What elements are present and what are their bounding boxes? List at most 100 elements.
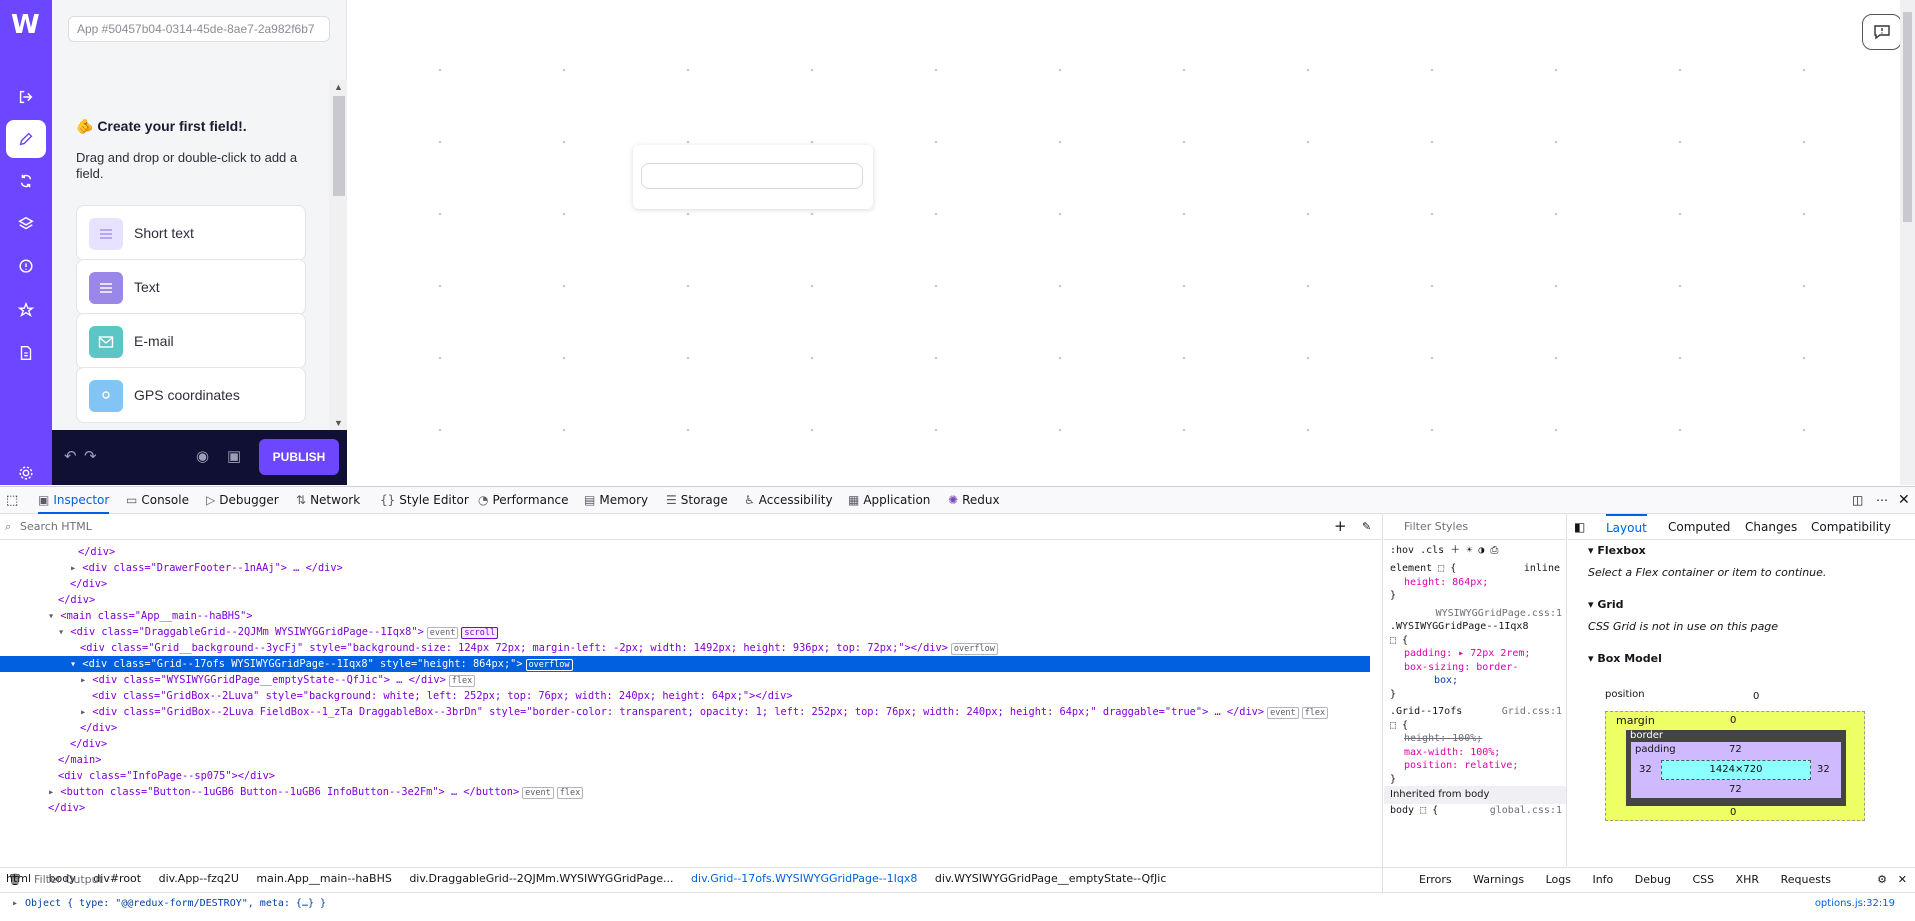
- empty-state-box[interactable]: [633, 145, 873, 209]
- tab-accessibility[interactable]: ♿ Accessibility: [744, 487, 833, 514]
- grid-section[interactable]: ▾ Grid: [1568, 594, 1915, 616]
- margin-bottom-value[interactable]: 0: [1730, 807, 1736, 818]
- filter-output-input[interactable]: Filter Output: [34, 868, 103, 892]
- tree-node[interactable]: </div>: [0, 720, 1370, 736]
- tree-node[interactable]: ▾ <div class="DraggableGrid--2QJMm WYSIW…: [0, 624, 1370, 640]
- undo-icon[interactable]: ↶: [64, 447, 77, 465]
- rule-prop[interactable]: position: relative;: [1384, 759, 1566, 773]
- more-menu-icon[interactable]: ⋯: [1876, 487, 1888, 514]
- overflow-badge[interactable]: overflow: [950, 643, 998, 655]
- flexbox-section[interactable]: ▾ Flexbox: [1568, 540, 1915, 562]
- tab-changes[interactable]: Changes: [1745, 514, 1797, 540]
- tab-network[interactable]: ⇅ Network: [296, 487, 360, 514]
- padding-right-value[interactable]: 32: [1817, 764, 1830, 775]
- scroll-badge[interactable]: scroll: [461, 627, 499, 639]
- flex-badge[interactable]: flex: [448, 675, 476, 687]
- tree-node[interactable]: ▾ <main class="App__main--haBHS">: [0, 608, 1370, 624]
- rule-prop[interactable]: height: 864px;: [1384, 576, 1566, 590]
- tab-style-editor[interactable]: {} Style Editor: [380, 487, 469, 514]
- tree-node[interactable]: <div class="InfoPage--sp075"></div>: [0, 768, 1370, 784]
- padding-bottom-value[interactable]: 72: [1729, 784, 1742, 795]
- empty-field-placeholder[interactable]: [641, 163, 863, 189]
- tree-node[interactable]: ▸ <div class="WYSIWYGGridPage__emptyStat…: [0, 672, 1370, 688]
- filter-styles-input[interactable]: Filter Styles: [1384, 514, 1566, 540]
- redo-icon[interactable]: ↷: [84, 447, 97, 465]
- pick-element-icon[interactable]: ⬚: [6, 487, 18, 514]
- scroll-thumb[interactable]: [333, 96, 345, 196]
- panel-scrollbar[interactable]: ▲ ▼: [329, 80, 347, 430]
- console-settings-icon[interactable]: ⚙: [1877, 868, 1887, 892]
- padding-top-value[interactable]: 72: [1729, 744, 1742, 755]
- tree-node[interactable]: <div class="Grid__background--3ycFj" sty…: [0, 640, 1370, 656]
- tab-application[interactable]: ▦ Application: [848, 487, 930, 514]
- field-card-email[interactable]: E-mail: [76, 313, 306, 369]
- settings-icon[interactable]: [6, 462, 46, 484]
- errors-toggle[interactable]: Errors: [1415, 871, 1456, 888]
- toggle-sidebar-icon[interactable]: ◧: [1574, 514, 1585, 540]
- close-devtools-icon[interactable]: ✕: [1898, 487, 1910, 514]
- field-card-short-text[interactable]: Short text: [76, 205, 306, 261]
- box-model-section[interactable]: ▾ Box Model: [1568, 648, 1915, 670]
- rule-source[interactable]: WYSIWYGGridPage.css:1: [1384, 607, 1566, 621]
- field-card-gps[interactable]: GPS coordinates: [76, 367, 306, 423]
- hov-toggle[interactable]: :hov: [1390, 545, 1414, 556]
- tab-storage[interactable]: ☰ Storage: [666, 487, 728, 514]
- edit-icon[interactable]: [6, 120, 46, 158]
- warnings-toggle[interactable]: Warnings: [1469, 871, 1528, 888]
- canvas-scrollbar[interactable]: [1900, 0, 1915, 485]
- tree-node[interactable]: <div class="GridBox--2Luva" style="backg…: [0, 688, 1370, 704]
- tree-node[interactable]: </main>: [0, 752, 1370, 768]
- scroll-down-icon[interactable]: ▼: [334, 418, 343, 428]
- flex-badge[interactable]: flex: [556, 787, 584, 799]
- tree-node[interactable]: </div>: [0, 800, 1370, 816]
- tree-node[interactable]: ▸ <div class="GridBox--2Luva FieldBox--1…: [0, 704, 1370, 720]
- tree-node[interactable]: </div>: [0, 736, 1370, 752]
- tab-console[interactable]: ▭ Console: [126, 487, 189, 514]
- close-console-icon[interactable]: ✕: [1898, 868, 1907, 892]
- tab-layout[interactable]: Layout: [1606, 514, 1647, 540]
- css-toggle[interactable]: CSS: [1688, 871, 1718, 888]
- rule-source[interactable]: global.css:1: [1490, 804, 1562, 818]
- tab-performance[interactable]: ◔ Performance: [478, 487, 569, 514]
- tree-node[interactable]: ▸ <button class="Button--1uGB6 Button--1…: [0, 784, 1370, 800]
- log-source[interactable]: options.js:32:19: [1815, 894, 1895, 914]
- tab-computed[interactable]: Computed: [1668, 514, 1730, 540]
- exit-icon[interactable]: [6, 78, 46, 116]
- console-message[interactable]: ▸ Object { type: "@@redux-form/DESTROY",…: [0, 894, 1915, 914]
- rule-prop[interactable]: box-sizing: border-: [1384, 661, 1566, 675]
- event-badge[interactable]: event: [426, 627, 459, 639]
- tree-node-selected[interactable]: ▾ <div class="Grid--17ofs WYSIWYGGridPag…: [0, 656, 1370, 672]
- cls-toggle[interactable]: .cls: [1420, 545, 1444, 556]
- debug-toggle[interactable]: Debug: [1631, 871, 1675, 888]
- add-rule-icon[interactable]: ＋: [1450, 545, 1460, 556]
- eyedropper-icon[interactable]: ✎: [1362, 514, 1371, 539]
- info-button[interactable]: [1862, 14, 1902, 50]
- tree-node[interactable]: </div>: [0, 592, 1370, 608]
- sync-icon[interactable]: [6, 162, 46, 200]
- document-icon[interactable]: [6, 334, 46, 372]
- tab-memory[interactable]: ▤ Memory: [584, 487, 648, 514]
- app-id-field[interactable]: App #50457b04-0314-45de-8ae7-2a982f6b7: [68, 16, 330, 42]
- event-badge[interactable]: event: [522, 787, 554, 799]
- margin-top-value[interactable]: 0: [1730, 715, 1736, 726]
- position-value[interactable]: 0: [1753, 691, 1759, 702]
- scroll-up-icon[interactable]: ▲: [334, 82, 343, 92]
- print-icon[interactable]: ⎙: [1490, 545, 1498, 556]
- overflow-badge[interactable]: overflow: [525, 659, 573, 671]
- tab-inspector[interactable]: ▣ Inspector: [38, 487, 110, 514]
- add-node-icon[interactable]: +: [1334, 514, 1347, 539]
- layers-icon[interactable]: [6, 205, 46, 243]
- logs-toggle[interactable]: Logs: [1542, 871, 1575, 888]
- grid-canvas[interactable]: [348, 0, 1900, 485]
- trash-icon[interactable]: 🗑: [8, 868, 22, 892]
- rule-source[interactable]: inline: [1524, 562, 1560, 576]
- tab-compatibility[interactable]: Compatibility: [1811, 514, 1891, 540]
- search-html-input[interactable]: ⌕ Search HTML + ✎: [0, 514, 1383, 540]
- xhr-toggle[interactable]: XHR: [1732, 871, 1763, 888]
- tab-redux[interactable]: ✺ Redux: [948, 487, 1000, 514]
- tree-node[interactable]: </div>: [0, 544, 1370, 560]
- light-theme-icon[interactable]: ☀: [1466, 545, 1472, 556]
- preview-eye-icon[interactable]: ◉: [196, 447, 209, 465]
- dock-icon[interactable]: ◫: [1852, 487, 1863, 514]
- tree-node[interactable]: </div>: [0, 576, 1370, 592]
